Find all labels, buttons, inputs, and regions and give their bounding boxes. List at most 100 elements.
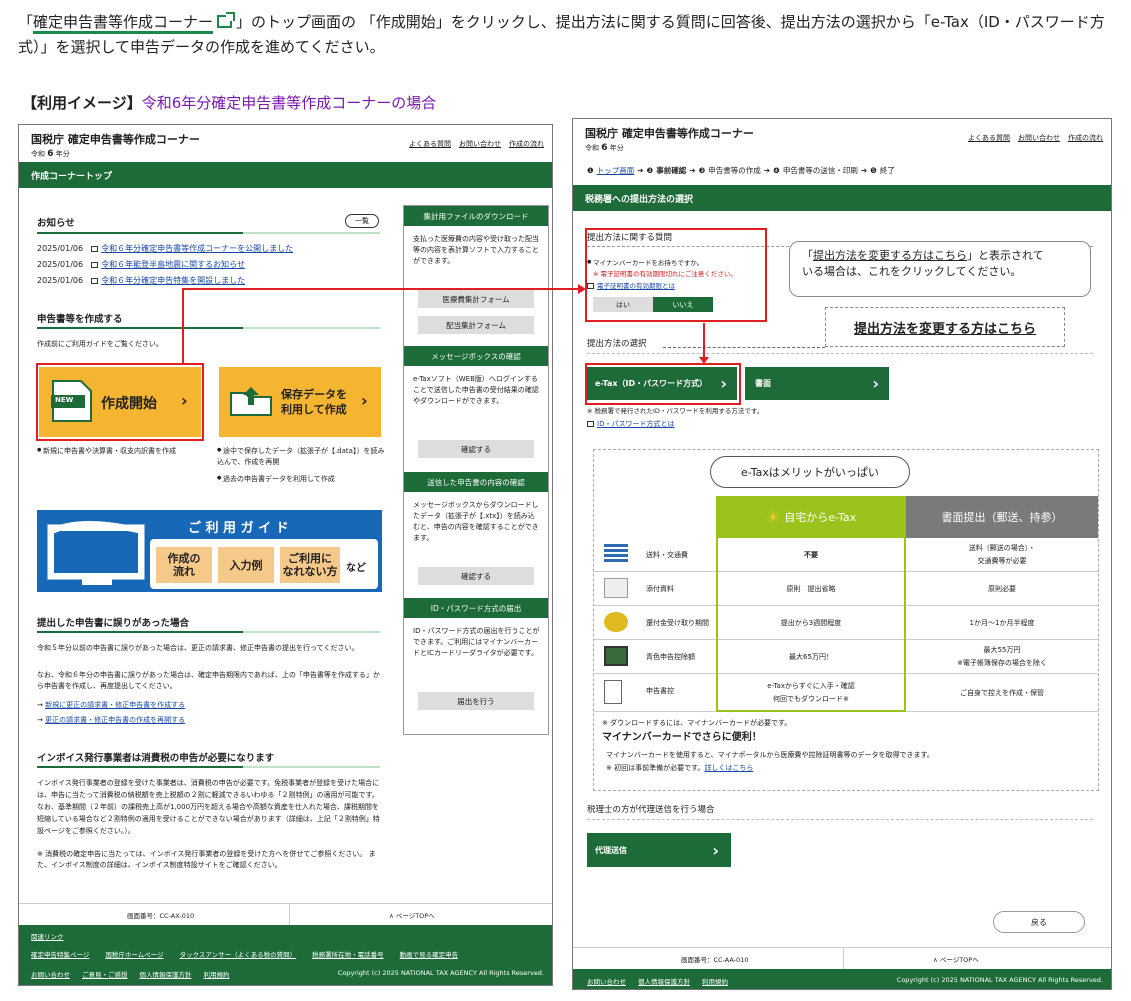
change-method-button[interactable]: 提出方法を変更する方はこちら — [825, 307, 1065, 347]
guide-chip-unavailable[interactable]: ご利用に なれない方 — [280, 547, 340, 583]
details-link[interactable]: 詳しくはこちら — [704, 764, 753, 772]
paper-label: 書面 — [755, 379, 771, 388]
medical-form-button[interactable]: 医療費集計フォーム — [418, 290, 534, 308]
year-number: 6 — [47, 149, 54, 159]
agent-title: 税理士の方が代理送信を行う場合 — [587, 805, 715, 815]
page-footer-bar: 画面番号：CC-AA-010 ∧ ページTOPへ — [573, 947, 1111, 970]
usage-guide-banner[interactable]: ご 利 用 ガ イ ド 作成の 流れ 入力例 ご利用に なれない方 など — [37, 510, 382, 592]
row-paper: ご自身で控えを作成・保管 — [960, 688, 1044, 697]
idpw-link-row: ID・パスワード方式とは — [587, 419, 674, 430]
error-text-2: なお、令和６年分の申告書に誤りがあった場合は、確定申告期限内であれば、上の「申告… — [37, 671, 380, 690]
messagebox-check-button[interactable]: 確認する — [418, 440, 534, 458]
footer: 関連リンク 確定申告特集ページ 国税庁ホームページ タックスアンサー（よくある税の質… — [19, 925, 552, 985]
caption-prefix: 【利用イメージ】 — [22, 94, 142, 112]
instruction-callout: 「提出方法を変更する方はこちら」と表示されて いる場合は、これをクリックしてくださ… — [789, 241, 1091, 297]
footer-title: 関連リンク — [31, 933, 64, 941]
row-label: 還付金受け取り期間 — [646, 619, 709, 627]
footer-link[interactable]: お問い合わせ — [31, 969, 70, 979]
year-suffix: 年分 — [609, 144, 624, 152]
resume-button[interactable]: 保存データを 利用して作成 › — [219, 367, 381, 437]
invoice-title: インボイス発行事業者は消費税の申告が必要になります — [37, 753, 275, 764]
invoice-note: ※ 消費税の確定申告に当たっては、インボイス発行事業者の登録を受けた方へを併せて… — [37, 850, 376, 869]
footer-link[interactable]: お問い合わせ — [587, 976, 626, 986]
table-row: 青色申告控除額 最大65万円！ 最大55万円 ※電子帳簿保存の場合を除く — [594, 640, 1098, 674]
agent-send-button[interactable]: 代理送信 › — [587, 833, 731, 867]
site-year: 令和 6 年分 — [585, 143, 624, 153]
footer-link[interactable]: 個人情報保護方針 — [140, 969, 192, 979]
step-2-icon: ❷ — [646, 166, 654, 175]
news-link[interactable]: 令和６年分確定申告書等作成コーナーを公開しました — [101, 244, 293, 253]
faq-link[interactable]: よくある質問 — [409, 140, 451, 148]
copy-document-icon — [604, 680, 622, 704]
news-link[interactable]: 令和６年分確定申告特集を開設しました — [101, 276, 245, 285]
new-correction-link[interactable]: 新規に更正の請求書・修正申告書を作成する — [45, 701, 185, 709]
paper-button[interactable]: 書面 › — [745, 367, 889, 400]
resume-correction-link[interactable]: 更正の請求書・修正申告書の作成を再開する — [45, 716, 185, 724]
row-etax: e-Taxからすぐに入手・確認 何回でもダウンロード※ — [767, 682, 855, 703]
question-highlight — [585, 228, 767, 322]
footer-link[interactable]: ご意見・ご感想 — [82, 969, 128, 979]
page-top-link[interactable]: ∧ ページTOPへ — [389, 910, 435, 920]
intro-text: 「確定申告書等作成コーナー 」のトップ画面の 「作成開始」をクリックし、提出方法に… — [18, 10, 1118, 60]
page-top-link[interactable]: ∧ ページTOPへ — [933, 954, 979, 964]
site-year: 令和 6 年分 — [31, 149, 70, 159]
footer-link[interactable]: 動画で見る確定申告 — [400, 949, 459, 959]
page-bar-title: 税務署への提出方法の選択 — [585, 194, 694, 205]
footer-link[interactable]: 税務署所在地・電話番号 — [312, 949, 384, 959]
etax-column-head: ☀ 自宅からe-Tax — [716, 496, 906, 538]
idpw-link[interactable]: ID・パスワード方式とは — [597, 420, 674, 428]
merit-bubble: e-Taxはメリットがいっぱい — [710, 456, 910, 488]
dividend-form-button[interactable]: 配当集計フォーム — [418, 316, 534, 334]
invoice-text: インボイス発行事業者の登録を受けた事業者は、消費税の申告が必要です。免税事業者が… — [37, 779, 380, 835]
doc-icon — [91, 278, 99, 284]
news-all-button[interactable]: 一覧 — [345, 214, 379, 228]
footer-link[interactable]: タックスアンサー（よくある税の質問） — [180, 949, 297, 959]
error-link-row: → 更正の請求書・修正申告書の作成を再開する — [37, 716, 186, 724]
back-label: 戻る — [1031, 917, 1047, 927]
guide-chip-example[interactable]: 入力例 — [218, 547, 274, 583]
step-1-link[interactable]: トップ画面 — [597, 165, 635, 176]
footer-link[interactable]: 個人情報保護方針 — [638, 976, 690, 986]
faq-link[interactable]: よくある質問 — [968, 134, 1010, 142]
flow-link[interactable]: 作成の流れ — [1068, 134, 1103, 142]
news-link[interactable]: 令和６年能登半島地震に関するお知らせ — [101, 260, 245, 269]
yen-coin-icon — [604, 612, 628, 632]
guide-etc: など — [346, 563, 366, 574]
flow-link[interactable]: 作成の流れ — [509, 140, 544, 148]
footer-link[interactable]: 確定申告特集ページ — [31, 949, 89, 959]
sent-check-button[interactable]: 確認する — [418, 567, 534, 585]
row-etax: 原則 提出省略 — [786, 584, 836, 593]
footer-link[interactable]: 利用規約 — [702, 976, 728, 986]
sakusei-corner-link[interactable]: 確定申告書等作成コーナー — [33, 13, 214, 34]
news-title: お知らせ — [37, 218, 75, 229]
arrow-icon: ➔ — [763, 166, 771, 175]
bubble-text: e-Taxはメリットがいっぱい — [741, 466, 879, 479]
idpw-notify-button[interactable]: 届出を行う — [418, 692, 534, 710]
sidebar-text: メッセージボックスからダウンロードしたデータ（拡張子が【.xtx】）を読み込むと… — [413, 501, 539, 542]
contact-link[interactable]: お問い合わせ — [459, 140, 501, 148]
footer-link[interactable]: 国税庁ホームページ — [105, 949, 163, 959]
table-row: 送料・交通費 不要 送料（郵送の場合）・ 交通費等が必要 — [594, 538, 1098, 572]
paper-column-label: 書面提出（郵送、持参） — [941, 511, 1063, 524]
sidebar-text: e-Taxソフト（WEB版）へログインすることで送信した申告書の受付結果の確認や… — [413, 375, 539, 405]
divider — [663, 347, 825, 348]
sidebar-text: ID・パスワード方式の届出を行うことができます。ご利用にはマイナンバーカードとI… — [413, 627, 540, 657]
footer-link[interactable]: 利用規約 — [204, 969, 230, 979]
guide-chip-flow[interactable]: 作成の 流れ — [156, 547, 212, 583]
row-paper: 1か月～1か月半程度 — [969, 618, 1035, 627]
page-bar-title: 作成コーナートップ — [31, 171, 113, 182]
site-header: 国税庁 確定申告書等作成コーナー 令和 6 年分 よくある質問 お問い合わせ 作成の… — [19, 125, 552, 167]
row-label: 青色申告控除額 — [646, 653, 695, 661]
folder-upload-icon — [230, 387, 272, 416]
create-underline — [37, 327, 380, 329]
arrow-icon: ➔ — [860, 166, 868, 175]
back-button[interactable]: 戻る — [993, 911, 1085, 933]
chip-label: 作成の 流れ — [167, 552, 201, 578]
news-all-label: 一覧 — [355, 217, 369, 225]
contact-link[interactable]: お問い合わせ — [1018, 134, 1060, 142]
left-screenshot: 国税庁 確定申告書等作成コーナー 令和 6 年分 よくある質問 お問い合わせ 作成の… — [18, 124, 553, 986]
etax-highlight — [585, 363, 741, 405]
copyright: Copyright (c) 2025 NATIONAL TAX AGENCY A… — [896, 976, 1103, 984]
chip-label: ご利用に なれない方 — [282, 552, 338, 578]
header-links: よくある質問 お問い合わせ 作成の流れ — [401, 139, 544, 149]
